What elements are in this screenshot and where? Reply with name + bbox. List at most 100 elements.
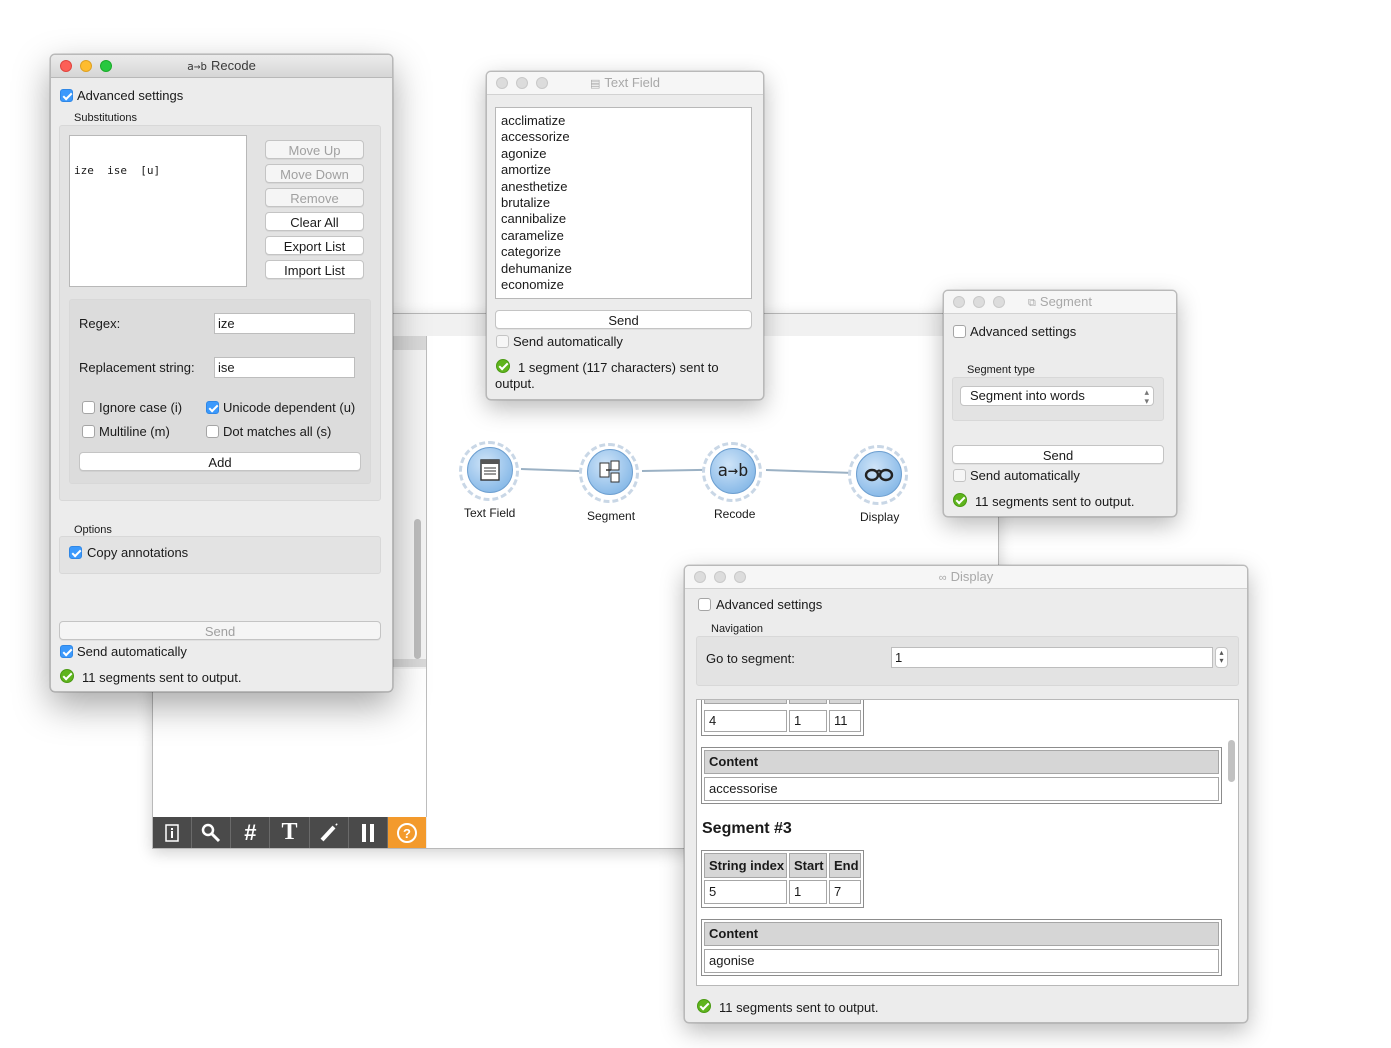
send-automatically-label: Send automatically <box>970 468 1080 483</box>
goto-segment-label: Go to segment: <box>706 651 795 666</box>
brush-icon[interactable] <box>310 817 349 848</box>
status-text: 11 segments sent to output. <box>82 670 242 685</box>
advanced-settings-checkbox[interactable] <box>953 325 966 338</box>
info-icon[interactable] <box>153 817 193 848</box>
text-document-icon <box>467 447 513 493</box>
viewer-scrollbar[interactable] <box>1228 740 1235 782</box>
multiline-label: Multiline (m) <box>99 424 170 439</box>
segment-type-label: Segment type <box>967 364 1035 376</box>
import-list-button[interactable]: Import List <box>265 260 364 279</box>
pause-icon[interactable] <box>349 817 388 848</box>
goto-segment-stepper[interactable]: ▴ ▾ <box>1215 647 1228 668</box>
text-line: dehumanize <box>501 260 572 276</box>
dot-all-label: Dot matches all (s) <box>223 424 332 439</box>
window-title: Display <box>950 569 994 584</box>
add-button[interactable]: Add <box>79 452 361 471</box>
node-segment[interactable] <box>579 443 639 503</box>
move-up-button[interactable]: Move Up <box>265 140 364 159</box>
table-header-cell: String index <box>704 853 787 878</box>
copy-annotations-label: Copy annotations <box>87 545 189 560</box>
segment-type-value: Segment into words <box>970 388 1085 403</box>
status-ok-icon <box>60 669 74 683</box>
goto-segment-input[interactable]: 1 <box>891 647 1213 668</box>
status-ok-icon <box>697 999 711 1013</box>
unicode-checkbox[interactable] <box>206 401 219 414</box>
close-button[interactable] <box>60 60 72 72</box>
multiline-checkbox[interactable] <box>82 425 95 438</box>
send-automatically-checkbox[interactable] <box>496 335 509 348</box>
text-tool-icon[interactable]: T <box>270 817 310 848</box>
send-automatically-label: Send automatically <box>513 334 623 349</box>
remove-button[interactable]: Remove <box>265 188 364 207</box>
grid-icon[interactable]: # <box>231 817 271 848</box>
node-text-field[interactable] <box>459 441 519 501</box>
text-line: amortize <box>501 162 551 178</box>
segment-titlebar: ⧉ Segment <box>944 291 1176 314</box>
text-document-icon: ▤ <box>589 78 601 90</box>
node-recode[interactable]: a→b <box>702 442 762 502</box>
clear-all-button[interactable]: Clear All <box>265 212 364 231</box>
text-line: agonize <box>501 145 547 161</box>
zoom-button[interactable] <box>993 296 1005 308</box>
zoom-button[interactable] <box>100 60 112 72</box>
window-title: Segment <box>1039 294 1092 309</box>
minimize-button[interactable] <box>80 60 92 72</box>
node-display[interactable] <box>848 445 908 505</box>
side-panel-divider[interactable] <box>393 659 426 667</box>
dot-all-checkbox[interactable] <box>206 425 219 438</box>
node-label: Display <box>860 510 900 524</box>
status-ok-icon <box>953 493 967 507</box>
recode-window: a→b Recode Advanced settings Substitution… <box>50 54 393 692</box>
copy-annotations-checkbox[interactable] <box>69 546 82 559</box>
search-icon[interactable] <box>192 817 232 848</box>
recode-titlebar: a→b Recode <box>51 55 392 78</box>
help-icon[interactable]: ? <box>387 817 426 848</box>
send-button[interactable]: Send <box>59 621 381 640</box>
glasses-icon <box>856 451 902 497</box>
send-button[interactable]: Send <box>495 310 752 329</box>
close-button[interactable] <box>953 296 965 308</box>
substitutions-list[interactable]: ize ise [u] <box>69 135 247 287</box>
navigation-label: Navigation <box>711 623 763 635</box>
send-automatically-checkbox[interactable] <box>953 469 966 482</box>
text-editor[interactable]: acclimatize accessorize agonize amortize… <box>495 107 752 299</box>
table-header-cell <box>789 700 827 704</box>
status-text-continued: output. <box>495 376 535 391</box>
send-automatically-checkbox[interactable] <box>60 645 73 658</box>
window-controls <box>60 60 112 72</box>
regex-input[interactable]: ize <box>214 313 355 334</box>
table-cell: 7 <box>829 880 861 904</box>
substitution-item[interactable]: ize ise [u] <box>74 164 242 177</box>
segment-type-select[interactable]: Segment into words ▴ ▾ <box>960 386 1154 406</box>
text-line: anesthetize <box>501 178 568 194</box>
replacement-input[interactable]: ise <box>214 357 355 378</box>
recode-icon: a→b <box>187 60 208 73</box>
chevron-updown-icon: ▴ ▾ <box>1144 387 1149 406</box>
glasses-icon: ∞ <box>938 572 947 584</box>
table-header-cell: Start <box>789 853 827 878</box>
move-down-button[interactable]: Move Down <box>265 164 364 183</box>
text-line: economize <box>501 277 564 293</box>
ignore-case-checkbox[interactable] <box>82 401 95 414</box>
side-panel-scrollbar[interactable] <box>414 519 421 659</box>
node-label: Segment <box>587 509 636 523</box>
substitutions-label: Substitutions <box>74 112 137 124</box>
zoom-button[interactable] <box>734 571 746 583</box>
advanced-settings-label: Advanced settings <box>716 597 823 612</box>
segment-viewer[interactable]: 4 1 11 Content accessorise Segment #3 St… <box>696 699 1239 986</box>
close-button[interactable] <box>694 571 706 583</box>
text-line: cannibalize <box>501 211 567 227</box>
content-cell: agonise <box>704 949 1219 973</box>
advanced-settings-checkbox[interactable] <box>698 598 711 611</box>
send-automatically-label: Send automatically <box>77 644 187 659</box>
zoom-button[interactable] <box>536 77 548 89</box>
minimize-button[interactable] <box>973 296 985 308</box>
minimize-button[interactable] <box>714 571 726 583</box>
svg-text:?: ? <box>403 826 411 841</box>
send-button[interactable]: Send <box>952 445 1164 464</box>
close-button[interactable] <box>496 77 508 89</box>
canvas-toolbar: # T ? <box>153 817 426 848</box>
export-list-button[interactable]: Export List <box>265 236 364 255</box>
minimize-button[interactable] <box>516 77 528 89</box>
advanced-settings-checkbox[interactable] <box>60 89 73 102</box>
